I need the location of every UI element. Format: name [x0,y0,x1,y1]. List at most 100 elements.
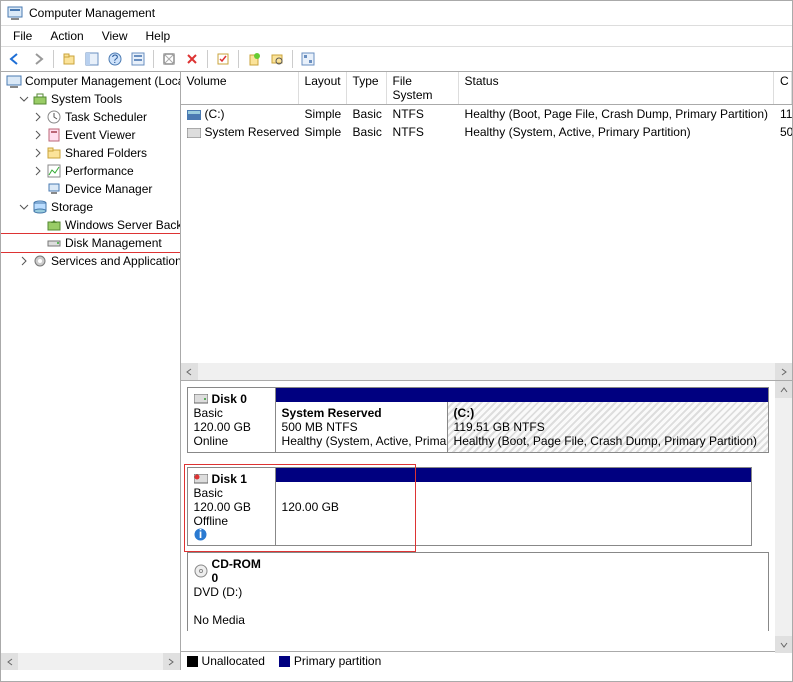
partition-bar [276,388,768,402]
partition-name: (C:) [454,406,762,420]
help-button[interactable]: ? [105,49,125,69]
scroll-right-button[interactable] [163,653,180,670]
collapse-icon[interactable] [17,92,31,106]
new-button[interactable] [244,49,264,69]
col-c[interactable]: C [774,72,792,104]
cell-layout: Simple [299,124,347,140]
legend: Unallocated Primary partition [181,651,792,670]
collapse-icon[interactable] [17,200,31,214]
partition-status: Healthy (System, Active, Primary Partiti… [282,434,441,448]
checklist-button[interactable] [213,49,233,69]
tree-storage[interactable]: Storage [1,198,181,216]
tree-device-manager[interactable]: Device Manager [1,180,181,198]
partition-size: 120.00 GB [282,500,745,514]
col-type[interactable]: Type [347,72,387,104]
tree-label: Device Manager [65,182,152,196]
expand-icon[interactable] [31,128,45,142]
storage-icon [32,199,48,215]
tree-label: Task Scheduler [65,110,147,124]
menu-action[interactable]: Action [42,27,91,45]
cdrom-icon [194,564,208,578]
disk-offline-icon [194,474,208,484]
cell-name: (C:) [205,107,225,121]
clock-icon [46,109,62,125]
menu-file[interactable]: File [5,27,40,45]
volume-row[interactable]: System Reserved Simple Basic NTFS Health… [181,123,792,141]
scroll-up-button[interactable] [775,381,792,398]
find-button[interactable] [267,49,287,69]
tree-task-scheduler[interactable]: Task Scheduler [1,108,181,126]
partition-bar [276,468,751,482]
tree-system-tools[interactable]: System Tools [1,90,181,108]
tree-root-label: Computer Management (Local [25,74,181,88]
disk-size: 120.00 GB [194,420,269,434]
partition-unallocated[interactable]: 120.00 GB [276,482,751,545]
info-icon[interactable]: i [194,528,269,541]
main-area: Computer Management (Local System Tools … [1,72,792,670]
options-button[interactable] [298,49,318,69]
refresh-button[interactable] [159,49,179,69]
up-button[interactable] [59,49,79,69]
expand-icon[interactable] [17,254,31,268]
menu-help[interactable]: Help [138,27,179,45]
disk-kind: DVD (D:) [194,585,270,599]
tree-label: Storage [51,200,93,214]
tree-event-viewer[interactable]: Event Viewer [1,126,181,144]
tree-horizontal-scrollbar[interactable] [1,653,180,670]
scroll-left-button[interactable] [1,653,18,670]
col-layout[interactable]: Layout [299,72,347,104]
disk-info: Disk 1 Basic 120.00 GB Offline i [188,468,276,545]
legend-label: Primary partition [294,654,381,668]
disk-state: Offline [194,514,228,528]
scroll-right-button[interactable] [775,363,792,380]
menu-view[interactable]: View [94,27,136,45]
grid-horizontal-scrollbar[interactable] [181,363,792,380]
tree-label: Disk Management [65,236,162,250]
disk-info: CD-ROM 0 DVD (D:) No Media [188,553,276,631]
tree-services-applications[interactable]: Services and Applications [1,252,181,270]
tree-label: Performance [65,164,134,178]
svg-text:i: i [198,528,201,541]
volume-row[interactable]: (C:) Simple Basic NTFS Healthy (Boot, Pa… [181,105,792,123]
delete-button[interactable] [182,49,202,69]
tree-windows-server-backup[interactable]: Windows Server Backup [1,216,181,234]
tree-shared-folders[interactable]: Shared Folders [1,144,181,162]
partition-name: System Reserved [282,406,441,420]
forward-button[interactable] [28,49,48,69]
cell-name: System Reserved [205,125,299,139]
disk-state: Online [194,434,269,448]
col-status[interactable]: Status [459,72,774,104]
back-button[interactable] [5,49,25,69]
volume-grid-body[interactable]: (C:) Simple Basic NTFS Healthy (Boot, Pa… [181,105,792,363]
cell-status: Healthy (Boot, Page File, Crash Dump, Pr… [459,106,774,122]
disk-row-1[interactable]: Disk 1 Basic 120.00 GB Offline i 120.00 … [187,467,752,546]
cell-c: 50 [774,124,792,140]
disk-graphical-pane: Disk 0 Basic 120.00 GB Online System Res… [181,380,792,670]
properties-button[interactable] [128,49,148,69]
disk-row-cdrom[interactable]: CD-ROM 0 DVD (D:) No Media [187,552,769,631]
disk-drive-icon [194,394,208,404]
tree-disk-management[interactable]: Disk Management [1,234,181,252]
partition-system-reserved[interactable]: System Reserved 500 MB NTFS Healthy (Sys… [276,402,448,452]
expand-icon[interactable] [31,146,45,160]
vertical-scrollbar[interactable] [775,381,792,653]
scroll-down-button[interactable] [775,636,792,653]
tree-root[interactable]: Computer Management (Local [1,72,181,90]
toolbar: ? [1,47,792,72]
swatch-primary [279,656,290,667]
expand-icon[interactable] [31,164,45,178]
show-hide-tree-button[interactable] [82,49,102,69]
tree-label: Windows Server Backup [65,218,181,232]
backup-icon [46,217,62,233]
tree-performance[interactable]: Performance [1,162,181,180]
tree-label: System Tools [51,92,122,106]
cell-fs: NTFS [387,106,459,122]
menu-bar: File Action View Help [1,26,792,47]
disk-row-0[interactable]: Disk 0 Basic 120.00 GB Online System Res… [187,387,769,453]
partition-c[interactable]: (C:) 119.51 GB NTFS Healthy (Boot, Page … [448,402,768,452]
col-volume[interactable]: Volume [181,72,299,104]
partition-size: 500 MB NTFS [282,420,441,434]
col-fs[interactable]: File System [387,72,459,104]
expand-icon[interactable] [31,110,45,124]
scroll-left-button[interactable] [181,363,198,380]
